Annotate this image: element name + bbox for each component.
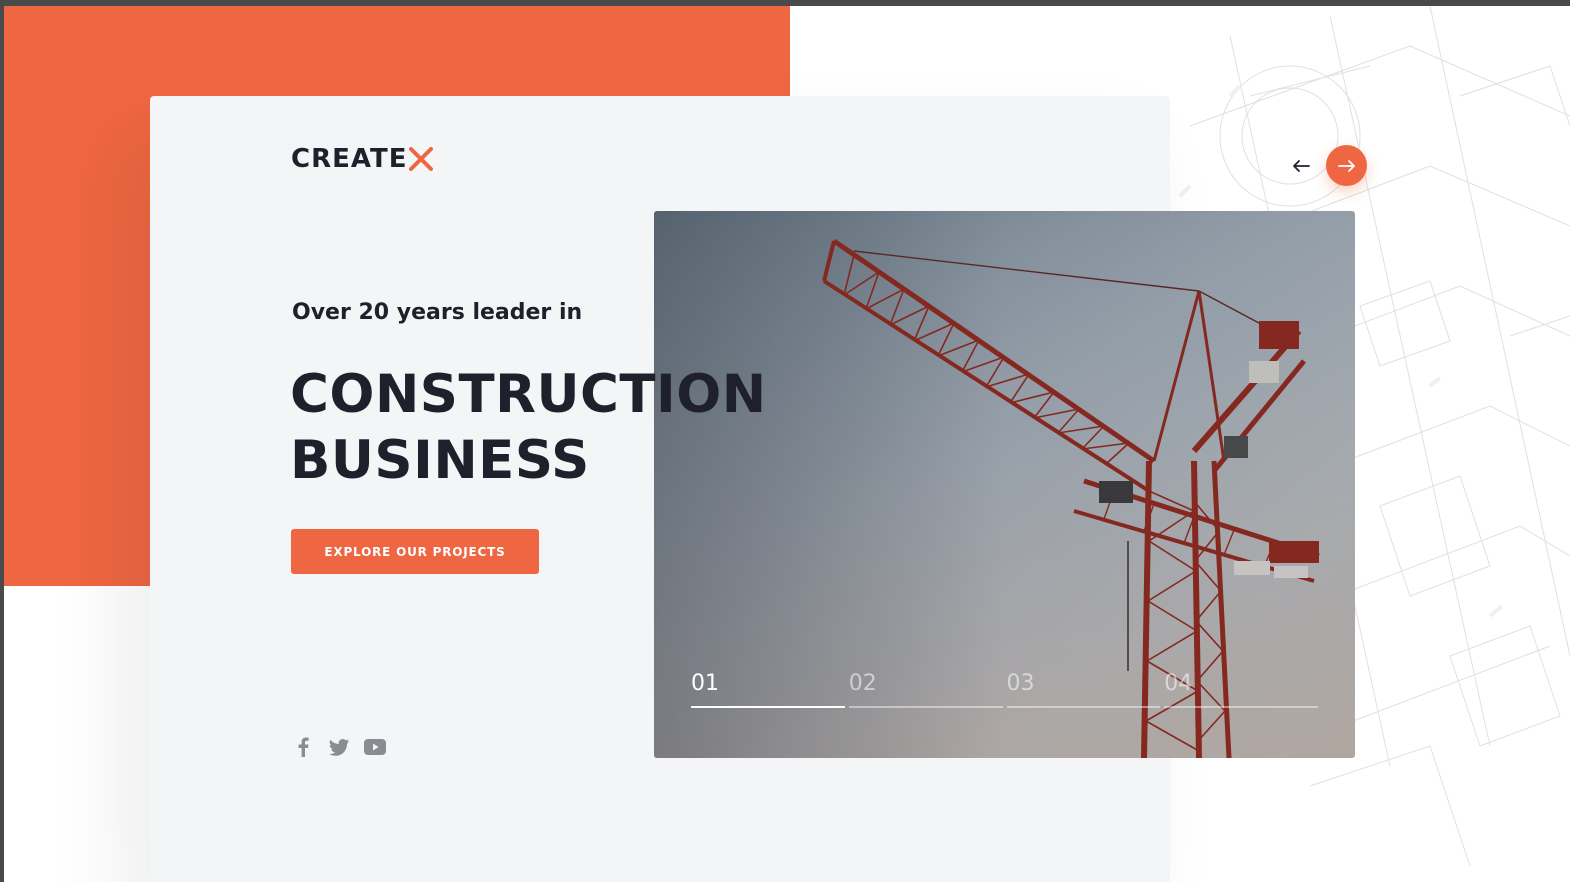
slide-number: 03 <box>1006 671 1035 696</box>
slide-progress-bar <box>1006 706 1161 708</box>
headline-line-2: BUSINESS <box>290 430 590 491</box>
slide-tab-04[interactable]: 04 <box>1164 671 1318 708</box>
slide-tab-01[interactable]: 01 <box>691 671 845 708</box>
slide-tabs: 01 02 03 04 <box>691 671 1318 708</box>
brand-logo[interactable]: CREATE <box>291 143 434 175</box>
arrow-right-icon[interactable] <box>1326 145 1367 186</box>
logo-x-mark <box>409 147 434 171</box>
slide-progress-bar <box>691 706 845 708</box>
slide-number: 04 <box>1164 671 1193 696</box>
arrow-left-icon[interactable] <box>1288 153 1314 179</box>
slide-progress-bar <box>1164 706 1318 708</box>
hero-headline: CONSTRUCTION BUSINESS <box>290 362 767 494</box>
slide-progress-bar <box>848 706 1003 708</box>
slide-tab-03[interactable]: 03 <box>1006 671 1161 708</box>
page-frame: CREATE Over 20 years leader in CONSTRUCT… <box>0 0 1570 882</box>
facebook-icon[interactable] <box>292 736 314 758</box>
slider-navigation <box>1288 145 1367 186</box>
slide-number: 02 <box>848 671 877 696</box>
twitter-icon[interactable] <box>328 736 350 758</box>
headline-line-1: CONSTRUCTION <box>290 364 767 425</box>
social-links <box>292 736 386 758</box>
youtube-icon[interactable] <box>364 736 386 758</box>
logo-text: CREATE <box>291 144 408 174</box>
slide-number: 01 <box>691 671 719 696</box>
slide-tab-02[interactable]: 02 <box>848 671 1003 708</box>
hero-tagline: Over 20 years leader in <box>292 300 583 325</box>
explore-projects-button[interactable]: EXPLORE OUR PROJECTS <box>291 529 539 574</box>
